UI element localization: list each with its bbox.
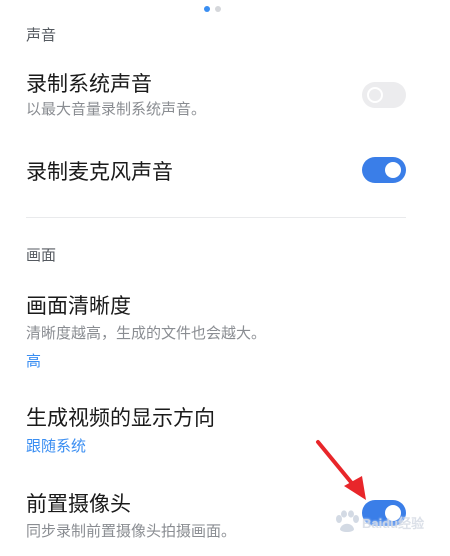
setting-title: 前置摄像头 — [26, 492, 131, 516]
setting-title: 生成视频的显示方向 — [26, 406, 215, 430]
setting-subtitle: 同步录制前置摄像头拍摄画面。 — [26, 522, 237, 540]
watermark-text: Baidu经验 — [362, 515, 425, 531]
toggle-knob — [367, 87, 383, 103]
page-dot — [215, 6, 221, 12]
baidu-paw-icon — [336, 510, 359, 532]
page-dot-active — [204, 6, 210, 12]
watermark: Baidu经验 — [334, 510, 424, 534]
setting-title: 画面清晰度 — [26, 294, 131, 318]
system-audio-toggle[interactable] — [362, 82, 406, 108]
page-indicator — [204, 6, 221, 12]
mic-audio-toggle[interactable] — [362, 157, 406, 183]
section-divider — [26, 217, 406, 218]
setting-title: 录制麦克风声音 — [26, 160, 173, 184]
section-header-display: 画面 — [26, 246, 57, 264]
setting-title: 录制系统声音 — [26, 72, 152, 96]
setting-subtitle: 以最大音量录制系统声音。 — [26, 100, 207, 118]
toggle-knob — [385, 162, 401, 178]
setting-subtitle: 清晰度越高，生成的文件也会越大。 — [26, 324, 267, 342]
section-header-sound: 声音 — [26, 26, 57, 44]
setting-value: 高 — [26, 352, 42, 370]
setting-value: 跟随系统 — [26, 437, 87, 455]
